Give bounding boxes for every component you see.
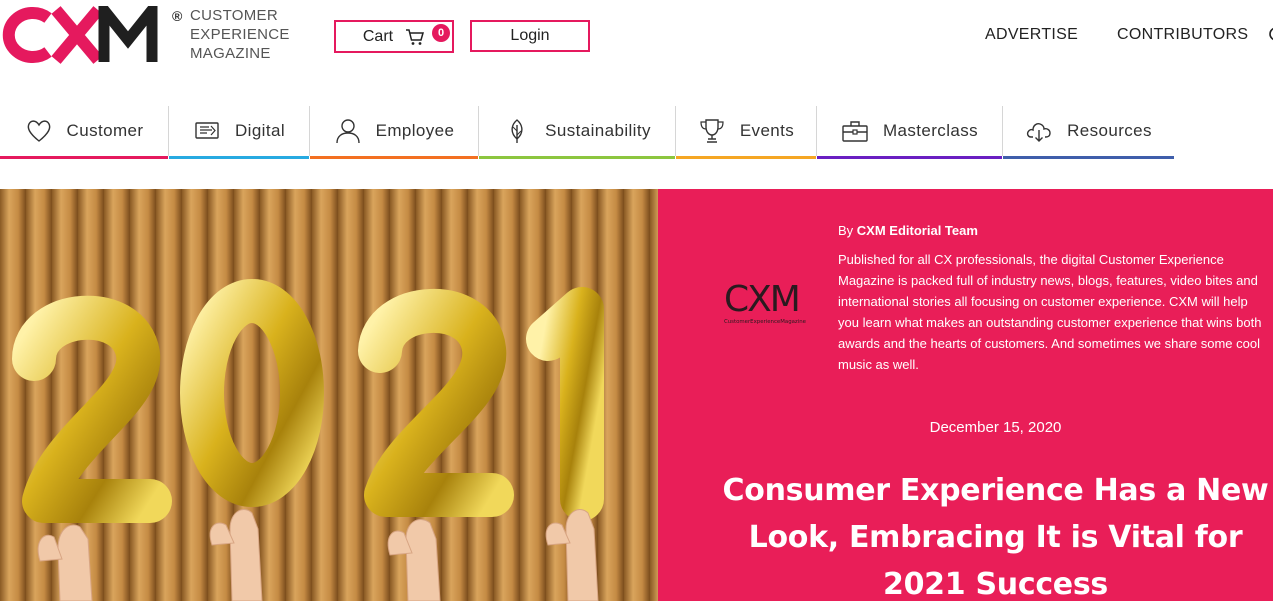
nav-label: Digital <box>234 121 286 140</box>
logo-tagline: CUSTOMER EXPERIENCE MAGAZINE <box>190 6 290 63</box>
hero-image[interactable] <box>0 189 658 601</box>
cxm-logo-mark <box>2 6 158 64</box>
tagline-line: EXPERIENCE <box>190 26 290 43</box>
nav-item-resources[interactable]: Resources <box>1002 106 1174 159</box>
nav-underline <box>479 156 675 159</box>
author-name[interactable]: CXM Editorial Team <box>857 223 978 238</box>
tagline-line: MAGAZINE <box>190 45 271 62</box>
nav-underline <box>310 156 478 159</box>
nav-label: Resources <box>1067 121 1152 140</box>
digital-icon <box>193 117 221 145</box>
nav-label: Customer <box>66 121 144 140</box>
advertise-link[interactable]: ADVERTISE <box>985 26 1078 44</box>
nav-underline <box>1003 156 1174 159</box>
nav-underline <box>676 156 816 159</box>
publish-date: December 15, 2020 <box>929 419 1062 436</box>
trophy-icon <box>698 117 726 145</box>
registered-mark: ® <box>172 8 183 24</box>
author-logo-text: CXM <box>724 279 799 320</box>
category-nav: Customer Digital Employee Sustainability… <box>0 106 1174 159</box>
login-button[interactable]: Login <box>470 20 590 52</box>
nav-label: Masterclass <box>882 121 979 140</box>
search-icon[interactable] <box>1268 22 1273 52</box>
cart-count-badge: 0 <box>432 24 450 42</box>
byline: By CXM Editorial Team <box>838 223 978 238</box>
briefcase-icon <box>841 117 869 145</box>
nav-underline <box>817 156 1002 159</box>
heart-icon <box>25 117 53 145</box>
nav-label: Employee <box>375 121 455 140</box>
nav-label: Sustainability <box>545 121 651 140</box>
featured-article: CXM CustomerExperienceMagazine By CXM Ed… <box>0 189 1273 601</box>
nav-underline <box>169 156 309 159</box>
author-logo-subtext: CustomerExperienceMagazine <box>724 319 807 325</box>
nav-item-masterclass[interactable]: Masterclass <box>816 106 1002 159</box>
cart-label: Cart <box>362 27 394 45</box>
cart-icon <box>406 28 425 45</box>
nav-item-sustainability[interactable]: Sustainability <box>478 106 675 159</box>
nav-label: Events <box>739 121 795 140</box>
nav-item-employee[interactable]: Employee <box>309 106 478 159</box>
article-title[interactable]: Consumer Experience Has a New Look, Embr… <box>718 467 1273 601</box>
article-info-panel: CXM CustomerExperienceMagazine By CXM Ed… <box>658 189 1273 601</box>
nav-item-events[interactable]: Events <box>675 106 816 159</box>
nav-item-customer[interactable]: Customer <box>0 106 168 159</box>
byline-prefix: By <box>838 223 854 238</box>
contributors-link[interactable]: CONTRIBUTORS <box>1117 26 1248 44</box>
nav-underline <box>0 156 168 159</box>
person-icon <box>334 117 362 145</box>
cloud-download-icon <box>1025 117 1053 145</box>
site-logo[interactable]: ® CUSTOMER EXPERIENCE MAGAZINE <box>0 4 290 66</box>
leaf-icon <box>503 117 531 145</box>
nav-item-digital[interactable]: Digital <box>168 106 309 159</box>
author-bio: Published for all CX professionals, the … <box>838 252 1262 372</box>
author-avatar: CXM CustomerExperienceMagazine <box>724 279 807 325</box>
balloons-2021-image <box>0 189 658 601</box>
tagline-line: CUSTOMER <box>190 7 278 24</box>
cart-button[interactable]: Cart 0 <box>334 20 454 53</box>
